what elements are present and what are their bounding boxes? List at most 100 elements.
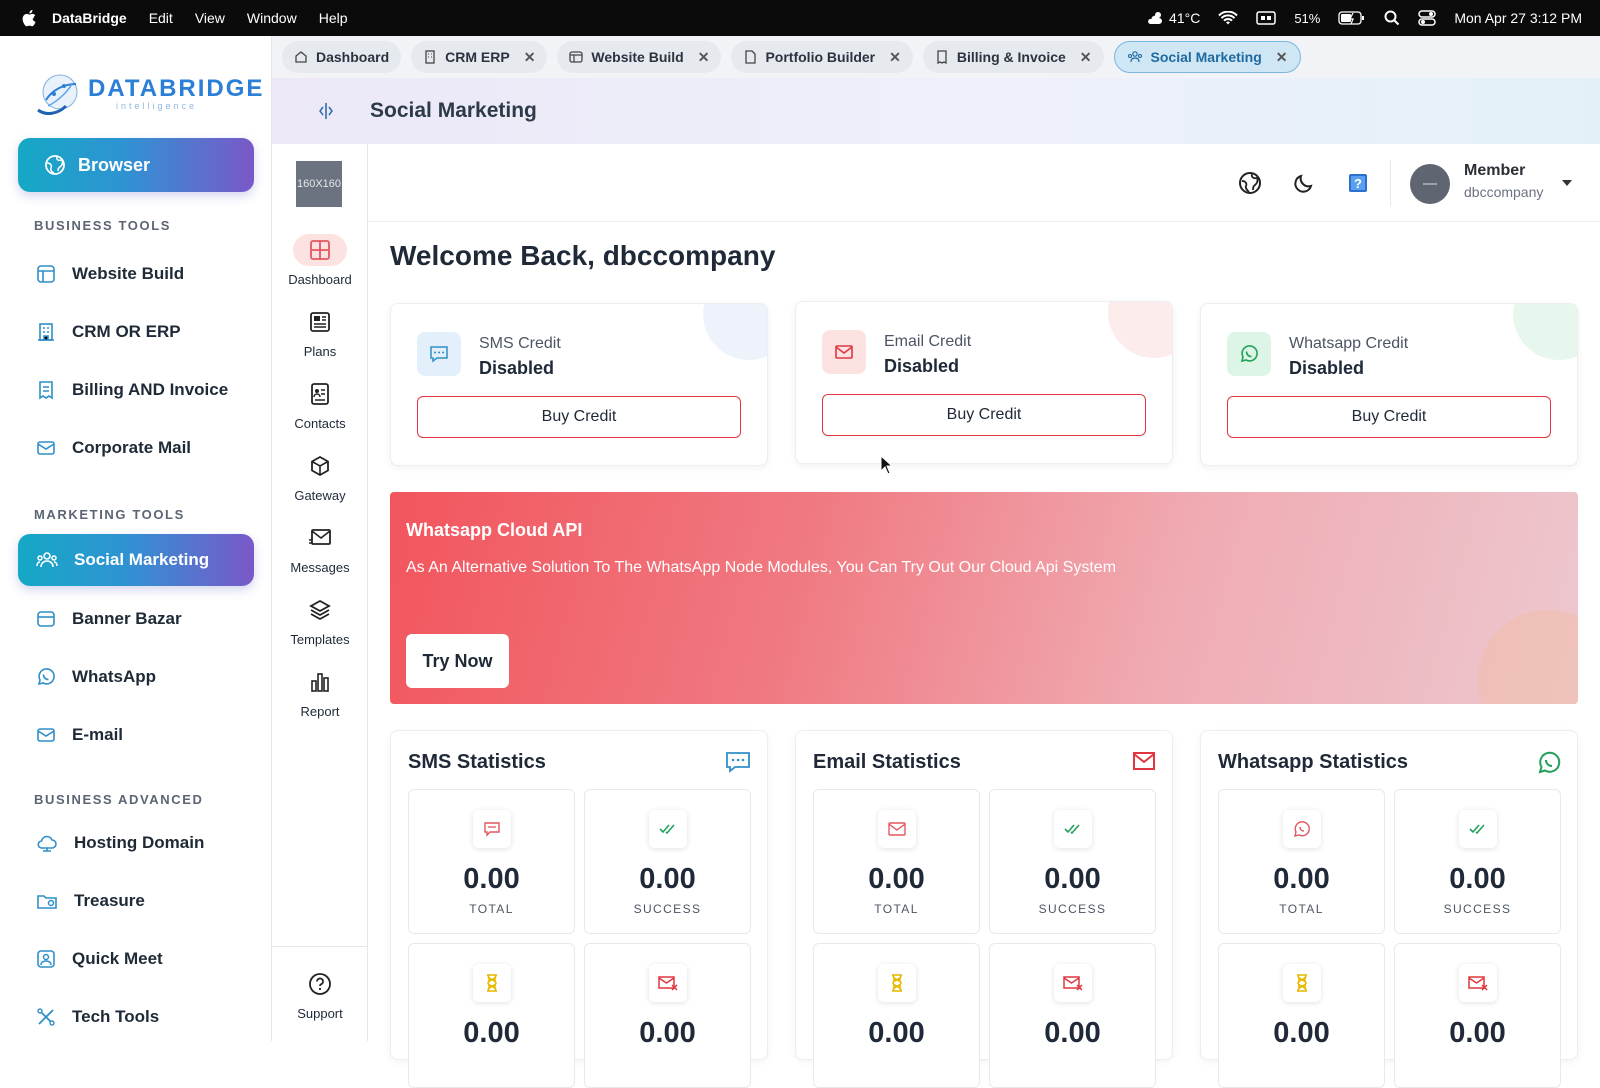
- sidebar-item-label: Hosting Domain: [74, 833, 205, 852]
- buy-credit-button[interactable]: Buy Credit: [417, 396, 741, 438]
- tab-billing-invoice[interactable]: Billing & Invoice ✕: [922, 41, 1104, 73]
- rail-label: Report: [300, 704, 340, 719]
- tab-crm-erp[interactable]: CRM ERP ✕: [411, 41, 548, 73]
- sidebar-item-label: Website Build: [72, 264, 185, 283]
- sidebar-item-banner-bazar[interactable]: Banner Bazar: [18, 593, 254, 645]
- menu-help[interactable]: Help: [319, 10, 348, 26]
- rail-item-report[interactable]: Report: [272, 666, 368, 719]
- help-badge-icon[interactable]: ?: [1348, 173, 1368, 193]
- clock[interactable]: Mon Apr 27 3:12 PM: [1454, 10, 1582, 26]
- whatsapp-icon: [1538, 751, 1561, 774]
- rail-item-contacts[interactable]: Contacts: [272, 378, 368, 431]
- sms-statistics-card: SMS Statistics 0.00 TOTAL 0.00 SUCCESS 0…: [390, 730, 768, 1088]
- tab-dashboard[interactable]: Dashboard: [282, 41, 402, 73]
- avatar[interactable]: [1410, 164, 1450, 204]
- tab-close-icon[interactable]: ✕: [889, 49, 901, 66]
- section-marketing-tools: MARKETING TOOLS: [34, 507, 185, 522]
- rail-item-gateway[interactable]: Gateway: [272, 450, 368, 503]
- apple-icon[interactable]: [22, 9, 38, 27]
- sidebar-item-label: Social Marketing: [74, 550, 210, 569]
- sidebar-item-tech-tools[interactable]: Tech Tools: [18, 991, 254, 1043]
- stat-success-box: 0.00 SUCCESS: [1394, 789, 1561, 934]
- control-center-icon[interactable]: [1418, 10, 1437, 26]
- credit-label: Email Credit: [884, 333, 972, 350]
- browser-button[interactable]: Browser: [18, 138, 254, 192]
- weather-temp: 41°C: [1169, 10, 1201, 26]
- dark-mode-moon-icon[interactable]: [1292, 171, 1316, 195]
- battery-icon[interactable]: [1338, 11, 1366, 25]
- globe-icon: [45, 155, 65, 175]
- display-icon[interactable]: [1256, 11, 1277, 25]
- envelope-icon: [1133, 752, 1155, 770]
- rail-item-support[interactable]: Support: [272, 968, 368, 1021]
- whatsapp-credit-card: Whatsapp Credit Disabled Buy Credit: [1200, 303, 1578, 466]
- mail-failed-icon: [658, 976, 678, 991]
- folder-icon: [37, 895, 57, 909]
- stat-label: SUCCESS: [633, 902, 702, 916]
- tab-website-build[interactable]: Website Build ✕: [557, 41, 722, 73]
- mouse-cursor-icon: [880, 455, 894, 475]
- menu-edit[interactable]: Edit: [149, 10, 173, 26]
- stat-value: 0.00: [1044, 1017, 1101, 1049]
- email-credit-icon-wrap: [822, 330, 866, 374]
- rail-label: Messages: [290, 560, 350, 575]
- tab-label: Billing & Invoice: [956, 49, 1066, 65]
- sidebar-item-website-build[interactable]: Website Build: [18, 248, 254, 300]
- whatsapp-statistics-card: Whatsapp Statistics 0.00 TOTAL 0.00 SUCC…: [1200, 730, 1578, 1088]
- tools-icon: [37, 1008, 55, 1026]
- rail-label: Dashboard: [288, 272, 352, 287]
- decor-blob: [1513, 304, 1577, 360]
- sidebar-item-label: E-mail: [72, 725, 124, 744]
- stat-pending-box: 0.00: [408, 943, 575, 1088]
- page-header: Social Marketing: [272, 78, 1600, 144]
- weather-status[interactable]: 41°C: [1145, 10, 1200, 26]
- language-globe-icon[interactable]: [1238, 171, 1262, 195]
- bar-chart-icon: [311, 673, 329, 692]
- stat-label: SUCCESS: [1443, 902, 1512, 916]
- tab-portfolio-builder[interactable]: Portfolio Builder ✕: [731, 41, 913, 73]
- spotlight-search-icon[interactable]: [1384, 10, 1400, 26]
- buy-credit-button[interactable]: Buy Credit: [1227, 396, 1551, 438]
- tab-close-icon[interactable]: ✕: [698, 49, 710, 66]
- sidebar-item-treasure[interactable]: Treasure: [18, 875, 254, 927]
- rail-item-messages[interactable]: Messages: [272, 522, 368, 575]
- rail-item-plans[interactable]: Plans: [272, 306, 368, 359]
- rail-item-dashboard[interactable]: Dashboard: [272, 234, 368, 287]
- menu-view[interactable]: View: [195, 10, 225, 26]
- sidebar-item-label: WhatsApp: [72, 667, 157, 686]
- user-menu[interactable]: Member dbccompany: [1464, 162, 1543, 200]
- chevron-down-icon[interactable]: [1562, 180, 1572, 186]
- tab-close-icon[interactable]: ✕: [1080, 49, 1092, 66]
- sidebar-item-quick-meet[interactable]: Quick Meet: [18, 933, 254, 985]
- collapse-sidebar-icon[interactable]: [316, 101, 336, 121]
- topbar-divider: [1390, 160, 1391, 206]
- hourglass-icon: [892, 974, 902, 992]
- hourglass-icon: [487, 974, 497, 992]
- sidebar-item-whatsapp[interactable]: WhatsApp: [18, 651, 254, 703]
- tab-bar: Dashboard CRM ERP ✕ Website Build ✕ Port…: [272, 36, 1600, 78]
- tab-social-marketing[interactable]: Social Marketing ✕: [1113, 41, 1301, 73]
- wifi-icon[interactable]: [1218, 10, 1239, 26]
- databridge-logo[interactable]: DATABRIDGE intelligence: [34, 70, 264, 118]
- rail-label: Support: [297, 1006, 343, 1021]
- try-now-button[interactable]: Try Now: [406, 634, 509, 688]
- cloud-sun-icon: [1148, 12, 1163, 24]
- sidebar-item-social-marketing[interactable]: Social Marketing: [18, 534, 254, 586]
- sidebar-item-crm[interactable]: CRM OR ERP: [18, 306, 254, 358]
- section-business-tools: BUSINESS TOOLS: [34, 218, 172, 233]
- sidebar-item-label: Tech Tools: [72, 1007, 160, 1026]
- page-title: Social Marketing: [370, 99, 537, 122]
- sidebar-item-email[interactable]: E-mail: [18, 709, 254, 761]
- menu-window[interactable]: Window: [247, 10, 297, 26]
- stat-label: SUCCESS: [1038, 902, 1107, 916]
- whatsapp-icon: [1294, 821, 1310, 837]
- rail-label: Templates: [290, 632, 350, 647]
- sidebar-item-billing[interactable]: Billing AND Invoice: [18, 364, 254, 416]
- sidebar-item-hosting-domain[interactable]: Hosting Domain: [18, 817, 254, 869]
- menu-app-name[interactable]: DataBridge: [52, 10, 127, 26]
- tab-close-icon[interactable]: ✕: [1276, 49, 1288, 66]
- sidebar-item-corporate-mail[interactable]: Corporate Mail: [18, 422, 254, 474]
- rail-item-templates[interactable]: Templates: [272, 594, 368, 647]
- buy-credit-button[interactable]: Buy Credit: [822, 394, 1146, 436]
- tab-close-icon[interactable]: ✕: [524, 49, 536, 66]
